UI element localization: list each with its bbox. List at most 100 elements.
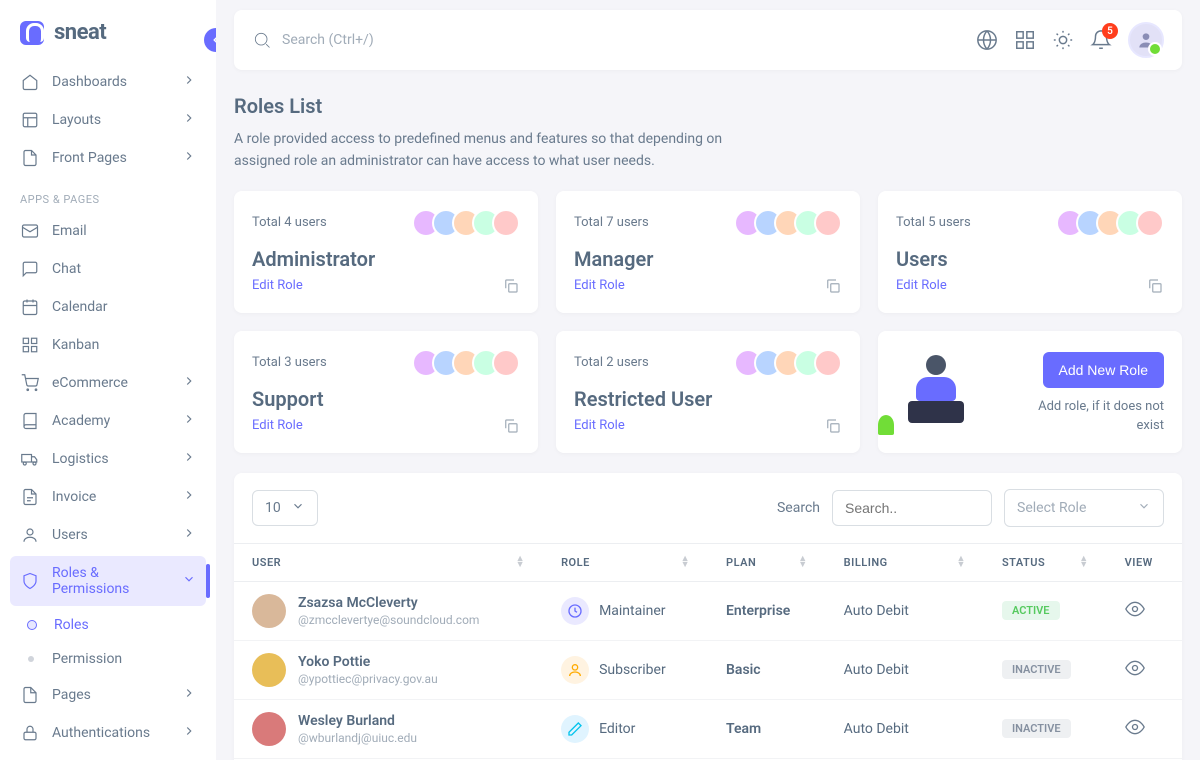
copy-icon[interactable] bbox=[502, 277, 520, 295]
chevron-right-icon bbox=[182, 724, 196, 742]
search-input[interactable]: Search (Ctrl+/) bbox=[252, 30, 964, 50]
avatar bbox=[492, 349, 520, 377]
edit-icon bbox=[561, 715, 589, 743]
copy-icon[interactable] bbox=[502, 417, 520, 435]
sidebar-item-front-pages[interactable]: Front Pages bbox=[0, 139, 216, 177]
sidebar-item-permission[interactable]: Permission bbox=[0, 642, 216, 676]
sidebar-item-chat[interactable]: Chat bbox=[0, 250, 216, 288]
add-new-role-button[interactable]: Add New Role bbox=[1043, 352, 1165, 388]
invoice-icon bbox=[20, 487, 40, 507]
role-label: Subscriber bbox=[599, 662, 666, 678]
theme-toggle-icon[interactable] bbox=[1052, 29, 1074, 51]
status-badge: INACTIVE bbox=[1002, 660, 1071, 679]
billing-value: Auto Debit bbox=[826, 581, 984, 640]
nav-label: Users bbox=[52, 527, 88, 543]
copy-icon[interactable] bbox=[1146, 277, 1164, 295]
edit-role-link[interactable]: Edit Role bbox=[252, 278, 303, 293]
user-email: @ypottiec@privacy.gov.au bbox=[298, 672, 438, 686]
role-card: Total 7 usersManagerEdit Role bbox=[556, 191, 860, 313]
file-icon bbox=[20, 148, 40, 168]
user-avatar-menu[interactable] bbox=[1128, 22, 1164, 58]
table-search-input[interactable] bbox=[832, 490, 992, 526]
book-icon bbox=[20, 411, 40, 431]
plan-value: Basic bbox=[708, 640, 826, 699]
bullet-icon bbox=[28, 621, 36, 629]
sidebar-item-academy[interactable]: Academy bbox=[0, 402, 216, 440]
col-role[interactable]: ROLE▲▼ bbox=[543, 543, 708, 581]
chevron-right-icon bbox=[182, 450, 196, 468]
view-icon[interactable] bbox=[1125, 725, 1145, 741]
col-plan[interactable]: PLAN▲▼ bbox=[708, 543, 826, 581]
user-name[interactable]: Zsazsa McCleverty bbox=[298, 595, 479, 611]
sidebar-item-layouts[interactable]: Layouts bbox=[0, 101, 216, 139]
sidebar-item-logistics[interactable]: Logistics bbox=[0, 440, 216, 478]
apps-grid-icon[interactable] bbox=[1014, 29, 1036, 51]
col-billing[interactable]: BILLING▲▼ bbox=[826, 543, 984, 581]
role-name: Restricted User bbox=[574, 387, 842, 411]
nav-label: Pages bbox=[52, 687, 91, 703]
role-card: Total 3 usersSupportEdit Role bbox=[234, 331, 538, 453]
edit-role-link[interactable]: Edit Role bbox=[574, 418, 625, 433]
view-icon[interactable] bbox=[1125, 607, 1145, 623]
add-role-card: Add New RoleAdd role, if it does not exi… bbox=[878, 331, 1182, 453]
avatar bbox=[814, 349, 842, 377]
users-icon bbox=[20, 525, 40, 545]
table-row: Wesley Burland@wburlandj@uiuc.eduEditorT… bbox=[234, 699, 1182, 758]
sidebar-item-dashboards[interactable]: Dashboards bbox=[0, 63, 216, 101]
lock-icon bbox=[20, 723, 40, 743]
truck-icon bbox=[20, 449, 40, 469]
page-size-select[interactable]: 10 bbox=[252, 490, 318, 526]
language-icon[interactable] bbox=[976, 29, 998, 51]
user-avatar bbox=[252, 653, 286, 687]
chevron-right-icon bbox=[182, 686, 196, 704]
topbar: Search (Ctrl+/) 5 bbox=[234, 10, 1182, 70]
sidebar: sneat DashboardsLayoutsFront Pages APPS … bbox=[0, 0, 216, 760]
user-name[interactable]: Wesley Burland bbox=[298, 713, 417, 729]
users-table-card: 10 Search Select Role USER▲▼ ROLE▲▼ PLAN… bbox=[234, 473, 1182, 760]
sidebar-item-invoice[interactable]: Invoice bbox=[0, 478, 216, 516]
nav-label: Chat bbox=[52, 261, 81, 277]
col-user[interactable]: USER▲▼ bbox=[234, 543, 543, 581]
nav-label: Roles & Permissions bbox=[52, 565, 170, 597]
copy-icon[interactable] bbox=[824, 277, 842, 295]
chevron-down-icon bbox=[182, 572, 196, 590]
calendar-icon bbox=[20, 297, 40, 317]
user-name[interactable]: Yoko Pottie bbox=[298, 654, 438, 670]
sidebar-item-roles[interactable]: Roles bbox=[0, 608, 216, 642]
layout-icon bbox=[20, 110, 40, 130]
role-card: Total 5 usersUsersEdit Role bbox=[878, 191, 1182, 313]
avatar-stack bbox=[734, 349, 842, 377]
copy-icon[interactable] bbox=[824, 417, 842, 435]
mail-icon bbox=[20, 221, 40, 241]
sidebar-item-roles-permissions[interactable]: Roles & Permissions bbox=[10, 556, 206, 606]
nav-label: Front Pages bbox=[52, 150, 127, 166]
cart-icon bbox=[20, 373, 40, 393]
chevron-right-icon bbox=[182, 526, 196, 544]
sidebar-item-pages[interactable]: Pages bbox=[0, 676, 216, 714]
sidebar-item-authentications[interactable]: Authentications bbox=[0, 714, 216, 752]
brand[interactable]: sneat bbox=[0, 12, 216, 63]
brand-logo bbox=[20, 21, 44, 45]
edit-role-link[interactable]: Edit Role bbox=[896, 278, 947, 293]
view-icon[interactable] bbox=[1125, 666, 1145, 682]
sidebar-item-calendar[interactable]: Calendar bbox=[0, 288, 216, 326]
sidebar-item-users[interactable]: Users bbox=[0, 516, 216, 554]
nav-label: eCommerce bbox=[52, 375, 128, 391]
col-status[interactable]: STATUS▲▼ bbox=[984, 543, 1107, 581]
sidebar-item-ecommerce[interactable]: eCommerce bbox=[0, 364, 216, 402]
avatar bbox=[814, 209, 842, 237]
user-avatar bbox=[252, 712, 286, 746]
notifications-icon[interactable]: 5 bbox=[1090, 29, 1112, 51]
role-name: Manager bbox=[574, 247, 842, 271]
sidebar-item-kanban[interactable]: Kanban bbox=[0, 326, 216, 364]
avatar-stack bbox=[412, 349, 520, 377]
sidebar-item-email[interactable]: Email bbox=[0, 212, 216, 250]
role-filter-select[interactable]: Select Role bbox=[1004, 489, 1164, 527]
main-content: Search (Ctrl+/) 5 Roles List A role prov… bbox=[216, 0, 1200, 760]
nav-label: Calendar bbox=[52, 299, 108, 315]
edit-role-link[interactable]: Edit Role bbox=[574, 278, 625, 293]
role-user-count: Total 3 users bbox=[252, 355, 327, 370]
billing-value: Auto Debit bbox=[826, 640, 984, 699]
edit-role-link[interactable]: Edit Role bbox=[252, 418, 303, 433]
role-name: Administrator bbox=[252, 247, 520, 271]
